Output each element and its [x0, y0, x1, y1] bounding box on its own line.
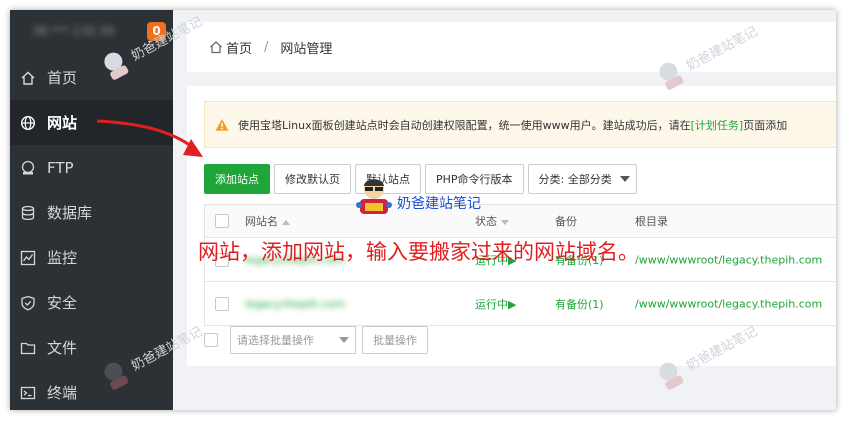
- mascot-icon: [356, 179, 392, 214]
- home-icon[interactable]: [209, 40, 223, 54]
- add-site-button[interactable]: 添加站点: [204, 164, 270, 194]
- terminal-icon: [20, 385, 36, 401]
- site-root-link[interactable]: /www/wwwroot/legacy.thepih.com: [635, 297, 822, 310]
- sidebar-item-label: 网站: [47, 114, 78, 132]
- breadcrumb-home-link[interactable]: 首页: [226, 38, 252, 57]
- site-backup-link[interactable]: 有备份(1): [555, 296, 604, 312]
- sidebar-item-label: FTP: [47, 158, 74, 177]
- sidebar-item-monitor[interactable]: 监控: [10, 235, 173, 280]
- ftp-icon: [20, 160, 36, 176]
- sidebar-item-label: 首页: [47, 69, 78, 87]
- column-header-status[interactable]: 状态: [475, 213, 509, 229]
- shield-icon: [20, 295, 36, 311]
- batch-operations: 请选择批量操作 批量操作: [204, 326, 428, 354]
- table-header: 网站名 状态 备份 根目录: [205, 205, 836, 238]
- column-header-root: 根目录: [635, 215, 668, 228]
- column-header-name[interactable]: 网站名: [245, 213, 290, 229]
- home-icon: [20, 70, 36, 86]
- notice-tail: 页面添加: [743, 118, 788, 132]
- row-checkbox[interactable]: [215, 296, 229, 311]
- category-select[interactable]: 分类: 全部分类: [527, 164, 637, 194]
- annotation-arrow-icon: [96, 119, 203, 157]
- edit-default-page-button[interactable]: 修改默认页: [274, 164, 351, 194]
- chevron-down-icon: [339, 337, 349, 343]
- chevron-down-icon: [619, 176, 630, 182]
- warning-icon: [215, 118, 229, 132]
- batch-operation-select[interactable]: 请选择批量操作: [230, 326, 356, 354]
- cron-task-link[interactable]: [计划任务]: [691, 117, 744, 133]
- sort-asc-icon: [282, 219, 290, 225]
- monitor-icon: [20, 250, 36, 266]
- site-root-link[interactable]: /www/wwwroot/legacy.thepih.com: [635, 253, 822, 266]
- batch-operation-button[interactable]: 批量操作: [362, 326, 428, 354]
- sidebar-item-database[interactable]: 数据库: [10, 190, 173, 235]
- database-icon: [20, 205, 36, 221]
- sidebar-item-label: 安全: [47, 294, 78, 312]
- select-all-checkbox[interactable]: [215, 214, 229, 228]
- sidebar-item-label: 数据库: [47, 204, 93, 222]
- folder-icon: [20, 340, 36, 356]
- sidebar-item-terminal[interactable]: 终端: [10, 370, 173, 410]
- column-header-backup: 备份: [555, 215, 577, 228]
- mascot-label: 奶爸建站笔记: [397, 196, 481, 212]
- permission-notice: 使用宝塔Linux面板创建站点时会自动创建权限配置，统一使用www用户。建站成功…: [204, 101, 836, 148]
- notice-text: 使用宝塔Linux面板创建站点时会自动创建权限配置，统一使用www用户。建站成功…: [238, 118, 691, 132]
- annotation-text: 网站，添加网站，输入要搬家过来的网站域名。: [198, 240, 639, 264]
- sidebar-item-label: 监控: [47, 249, 78, 267]
- globe-icon: [20, 115, 36, 131]
- sidebar-item-label: 终端: [47, 384, 78, 402]
- category-select-value: 分类: 全部分类: [538, 173, 612, 186]
- site-status[interactable]: 运行中▶: [475, 296, 516, 312]
- sort-desc-icon: [501, 219, 509, 225]
- server-name: 38.***.132.50: [32, 24, 115, 38]
- sidebar-item-security[interactable]: 安全: [10, 280, 173, 325]
- batch-select-placeholder: 请选择批量操作: [237, 334, 314, 347]
- sidebar-item-label: 文件: [47, 339, 78, 357]
- breadcrumb-current: 网站管理: [280, 41, 333, 57]
- breadcrumb-separator: /: [264, 39, 269, 55]
- mascot-logo: 奶爸建站笔记: [355, 175, 481, 215]
- site-name-link[interactable]: legacy.thepih.com: [245, 297, 345, 310]
